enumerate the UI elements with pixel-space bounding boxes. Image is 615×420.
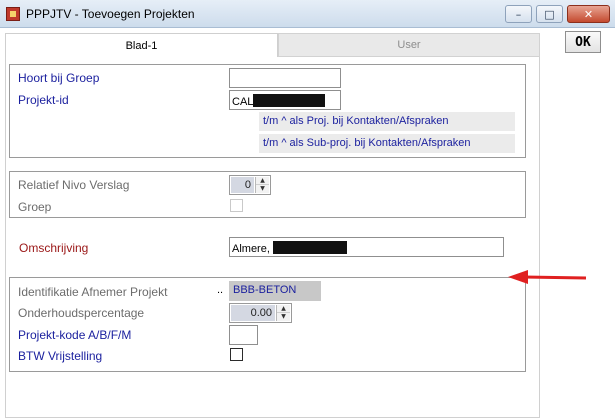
- projekt-id-input[interactable]: CAL: [229, 90, 341, 110]
- relatief-nivo-verslag-value: 0: [231, 177, 254, 193]
- btw-vrijstelling-checkbox[interactable]: [230, 348, 243, 361]
- minimize-button[interactable]: –: [505, 5, 532, 23]
- onderhoudspercentage-label: Onderhoudspercentage: [18, 306, 145, 320]
- spin-down-icon[interactable]: ▼: [256, 185, 269, 193]
- spin-down-icon[interactable]: ▼: [277, 313, 290, 321]
- tab-blad-1[interactable]: Blad-1: [5, 33, 278, 57]
- hoort-bij-groep-label: Hoort bij Groep: [18, 71, 100, 85]
- identificatie-afnemer-label: Identifikatie Afnemer Projekt: [18, 285, 168, 299]
- maximize-icon: □: [544, 7, 555, 21]
- omschrijving-value: Almere,: [232, 243, 273, 255]
- projekt-id-note-2: t/m ^ als Sub-proj. bij Kontakten/Afspra…: [259, 134, 515, 153]
- projekt-id-value: CAL: [232, 96, 254, 108]
- maximize-button[interactable]: □: [536, 5, 563, 23]
- spin-buttons[interactable]: ▲ ▼: [255, 177, 269, 193]
- btw-vrijstelling-label: BTW Vrijstelling: [18, 349, 103, 363]
- group-verslag: Relatief Nivo Verslag 0 ▲ ▼ Groep: [9, 171, 526, 218]
- groep-label: Groep: [18, 200, 52, 214]
- identificatie-lookup-dots[interactable]: ..: [217, 284, 223, 296]
- redaction-block: [253, 94, 326, 107]
- redaction-block: [272, 241, 347, 254]
- omschrijving-input[interactable]: Almere,: [229, 237, 504, 257]
- projekt-kode-label: Projekt-kode A/B/F/M: [18, 328, 132, 342]
- annotation-arrow-icon: [508, 270, 587, 284]
- close-icon: ✕: [583, 7, 594, 21]
- group-afnemer: Identifikatie Afnemer Projekt .. BBB-BET…: [9, 277, 526, 372]
- ok-button[interactable]: OK: [565, 31, 601, 53]
- spin-buttons[interactable]: ▲ ▼: [276, 305, 290, 321]
- omschrijving-label: Omschrijving: [19, 241, 89, 255]
- relatief-nivo-verslag-label: Relatief Nivo Verslag: [18, 178, 130, 192]
- close-button[interactable]: ✕: [567, 5, 610, 23]
- groep-checkbox[interactable]: [230, 199, 243, 212]
- title-bar[interactable]: PPPJTV - Toevoegen Projekten – □ ✕: [0, 0, 615, 28]
- relatief-nivo-verslag-stepper[interactable]: 0 ▲ ▼: [229, 175, 271, 195]
- window-client-area: Blad-1 User OK Hoort bij Groep Projekt-i…: [0, 28, 615, 420]
- projekt-id-note-1: t/m ^ als Proj. bij Kontakten/Afspraken: [259, 112, 515, 131]
- identificatie-afnemer-field[interactable]: BBB-BETON: [229, 281, 321, 301]
- window-title: PPPJTV - Toevoegen Projekten: [26, 7, 195, 21]
- tab-user[interactable]: User: [278, 33, 540, 57]
- minimize-icon: –: [515, 7, 522, 21]
- app-icon: [6, 7, 20, 21]
- spin-up-icon[interactable]: ▲: [256, 177, 269, 185]
- hoort-bij-groep-input[interactable]: [229, 68, 341, 88]
- onderhoudspercentage-stepper[interactable]: 0.00 ▲ ▼: [229, 303, 292, 323]
- group-projekt: Hoort bij Groep Projekt-id CAL t/m ^ als…: [9, 64, 526, 158]
- spin-up-icon[interactable]: ▲: [277, 305, 290, 313]
- projekt-kode-input[interactable]: [229, 325, 258, 345]
- projekt-id-label: Projekt-id: [18, 93, 69, 107]
- onderhoudspercentage-value: 0.00: [231, 305, 275, 321]
